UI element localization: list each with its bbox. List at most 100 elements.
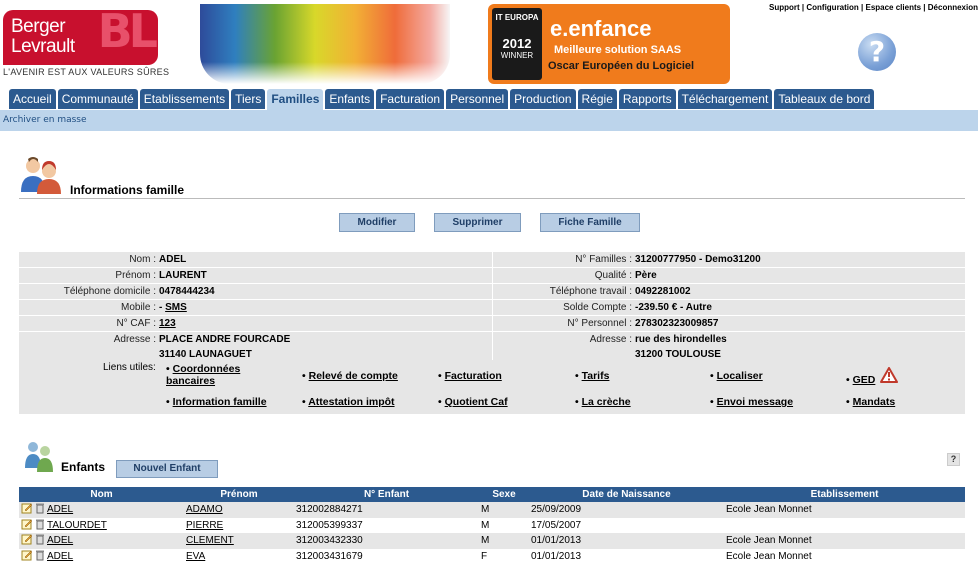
family-icon: [21, 157, 61, 194]
col-prenom[interactable]: Prénom: [184, 487, 294, 502]
tab-communaute[interactable]: Communauté: [57, 89, 138, 109]
support-link[interactable]: Support: [769, 3, 800, 12]
tab-tiers[interactable]: Tiers: [231, 89, 266, 109]
releve-compte-link[interactable]: Relevé de compte: [309, 370, 398, 382]
ged-link[interactable]: GED: [853, 374, 876, 386]
nom-value: ADEL: [157, 252, 492, 268]
delete-icon[interactable]: [34, 502, 46, 514]
mobile-number: -: [159, 302, 163, 313]
tab-rapports[interactable]: Rapports: [618, 89, 676, 109]
logo-line-2: Levrault: [11, 36, 75, 57]
tarifs-link[interactable]: Tarifs: [582, 370, 610, 382]
info-row: N° CAF : 123 N° Personnel : 278302323009…: [19, 315, 965, 332]
enfants-table: Nom Prénom N° Enfant Sexe Date de Naissa…: [19, 487, 965, 564]
liens-item: • Localiser: [710, 370, 763, 382]
mandats-link[interactable]: Mandats: [853, 396, 896, 408]
section-divider: [19, 198, 965, 199]
coordonnees-bancaires-link[interactable]: Coordonnées: [173, 363, 241, 375]
liens-item: • Relevé de compte: [302, 370, 398, 382]
top-links: Support | Configuration | Espace clients…: [769, 3, 978, 12]
tab-personnel[interactable]: Personnel: [446, 89, 509, 109]
deconnexion-link[interactable]: Déconnexion: [928, 3, 978, 12]
qualite-value: Père: [633, 267, 965, 284]
berger-levrault-logo[interactable]: BL Berger Levrault: [3, 10, 158, 65]
sms-link[interactable]: SMS: [165, 302, 187, 313]
la-creche-link[interactable]: La crèche: [582, 396, 631, 408]
tab-regie[interactable]: Régie: [577, 89, 617, 109]
caf-link[interactable]: 123: [159, 318, 176, 329]
col-sexe[interactable]: Sexe: [479, 487, 529, 502]
link-separator: |: [921, 3, 928, 12]
cell-nom: ADEL: [19, 548, 184, 564]
enfant-nom-link[interactable]: ADEL: [47, 504, 73, 515]
cell-num: 312003432330: [294, 533, 479, 549]
nouvel-enfant-button[interactable]: Nouvel Enfant: [116, 460, 218, 478]
cell-nom: ADEL: [19, 533, 184, 549]
help-question-icon[interactable]: ?: [947, 453, 960, 466]
bullet: •: [302, 370, 306, 382]
tab-telechargement[interactable]: Téléchargement: [677, 89, 773, 109]
table-row: ADEL ADAMO 312002884271 M 25/09/2009 Eco…: [19, 502, 965, 518]
tab-familles[interactable]: Familles: [267, 89, 324, 110]
edit-icon[interactable]: [21, 549, 33, 561]
col-nom[interactable]: Nom: [19, 487, 184, 502]
delete-icon[interactable]: [34, 533, 46, 545]
num-familles-label: N° Familles :: [493, 252, 633, 268]
col-num-enfant[interactable]: N° Enfant: [294, 487, 479, 502]
solde-label: Solde Compte :: [493, 299, 633, 316]
people-banner-image: [200, 4, 450, 84]
tab-facturation[interactable]: Facturation: [376, 89, 445, 109]
information-famille-link[interactable]: Information famille: [173, 396, 267, 408]
coordonnees-bancaires-link-2[interactable]: bancaires: [166, 375, 215, 387]
edit-icon[interactable]: [21, 502, 33, 514]
children-icon: [25, 442, 53, 472]
table-header-row: Nom Prénom N° Enfant Sexe Date de Naissa…: [19, 487, 965, 502]
delete-icon[interactable]: [34, 549, 46, 561]
supprimer-button[interactable]: Supprimer: [434, 213, 521, 232]
delete-icon[interactable]: [34, 518, 46, 530]
tab-tableaux-de-bord[interactable]: Tableaux de bord: [774, 89, 875, 109]
info-row: Téléphone domicile : 0478444234 Téléphon…: [19, 283, 965, 300]
enfant-prenom-link[interactable]: PIERRE: [186, 520, 223, 531]
fiche-famille-button[interactable]: Fiche Famille: [540, 213, 640, 232]
award-subtitle: Meilleure solution SAAS: [554, 44, 682, 56]
facturation-link[interactable]: Facturation: [445, 370, 502, 382]
edit-icon[interactable]: [21, 518, 33, 530]
adresse2-label: Adresse :: [493, 331, 633, 363]
enfant-prenom-link[interactable]: CLEMENT: [186, 535, 234, 546]
adresse2-value: rue des hirondelles 31200 TOULOUSE: [633, 331, 965, 363]
liens-item: • Information famille: [166, 396, 267, 408]
sub-nav-bar: Archiver en masse: [0, 110, 978, 131]
tel-domicile-label: Téléphone domicile :: [19, 283, 157, 300]
cell-prenom: CLEMENT: [184, 533, 294, 549]
enfant-prenom-link[interactable]: ADAMO: [186, 504, 223, 515]
modifier-button[interactable]: Modifier: [339, 213, 415, 232]
tab-enfants[interactable]: Enfants: [325, 89, 375, 109]
tab-etablissements[interactable]: Etablissements: [139, 89, 230, 109]
col-etablissement[interactable]: Etablissement: [724, 487, 965, 502]
configuration-link[interactable]: Configuration: [806, 3, 858, 12]
edit-icon[interactable]: [21, 533, 33, 545]
col-date-naissance[interactable]: Date de Naissance: [529, 487, 724, 502]
envoi-message-link[interactable]: Envoi message: [717, 396, 793, 408]
localiser-link[interactable]: Localiser: [717, 370, 763, 382]
enfant-nom-link[interactable]: TALOURDET: [47, 520, 107, 531]
famille-section-title: Informations famille: [70, 183, 185, 197]
attestation-impot-link[interactable]: Attestation impôt: [308, 396, 394, 408]
prenom-value: LAURENT: [157, 267, 492, 284]
help-icon[interactable]: ?: [858, 33, 896, 71]
espace-clients-link[interactable]: Espace clients: [865, 3, 921, 12]
cell-sexe: F: [479, 548, 529, 564]
enfant-nom-link[interactable]: ADEL: [47, 535, 73, 546]
tab-accueil[interactable]: Accueil: [9, 89, 56, 109]
adresse2-line1: rue des hirondelles: [635, 334, 727, 345]
bullet: •: [846, 396, 850, 408]
tab-production[interactable]: Production: [510, 89, 576, 109]
archive-link[interactable]: Archiver en masse: [3, 115, 87, 125]
award-title: e.enfance: [550, 16, 652, 41]
cell-etab: Ecole Jean Monnet: [724, 548, 965, 564]
enfant-prenom-link[interactable]: EVA: [186, 551, 205, 562]
num-personnel-value: 278302323009857: [633, 315, 965, 332]
quotient-caf-link[interactable]: Quotient Caf: [445, 396, 508, 408]
enfant-nom-link[interactable]: ADEL: [47, 551, 73, 562]
